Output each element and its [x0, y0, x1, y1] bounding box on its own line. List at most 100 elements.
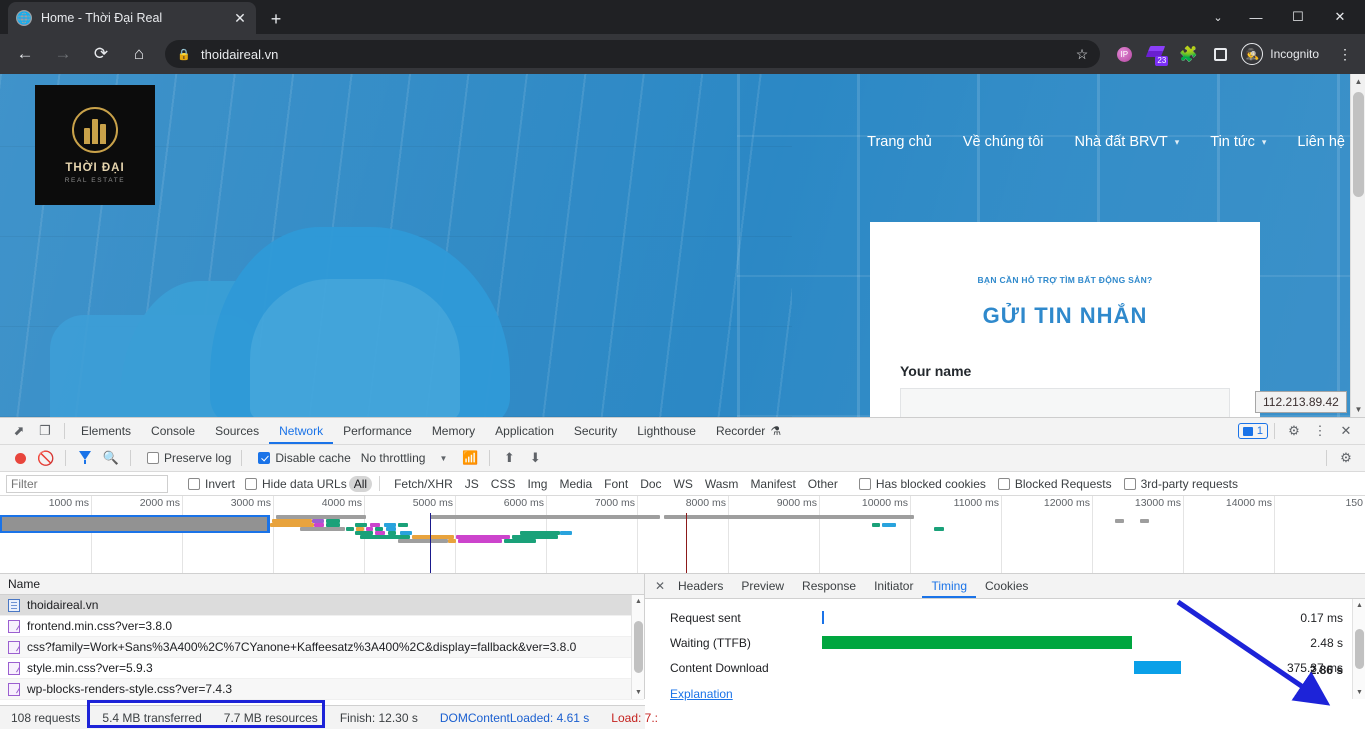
- network-overview-timeline[interactable]: 1000 ms 2000 ms 3000 ms 4000 ms 5000 ms 6000 …: [0, 496, 1365, 574]
- detail-tab-cookies[interactable]: Cookies: [976, 574, 1037, 598]
- disable-cache-control[interactable]: Disable cache: [258, 451, 351, 465]
- scroll-down-icon[interactable]: ▼: [1351, 402, 1365, 417]
- tab-sources[interactable]: Sources: [205, 418, 269, 444]
- tab-memory[interactable]: Memory: [422, 418, 485, 444]
- device-toolbar-icon[interactable]: ❐: [32, 419, 58, 443]
- scroll-up-icon[interactable]: ▲: [632, 595, 645, 608]
- request-list-scrollbar-thumb[interactable]: [634, 621, 643, 673]
- tab-elements[interactable]: Elements: [71, 418, 141, 444]
- tab-recorder[interactable]: Recorder ⚗: [706, 418, 791, 444]
- new-tab-button[interactable]: +: [264, 7, 288, 31]
- filter-type-css[interactable]: CSS: [486, 476, 521, 492]
- filter-type-all[interactable]: All: [348, 475, 373, 492]
- invert-checkbox[interactable]: [188, 477, 200, 490]
- page-scrollbar-thumb[interactable]: [1353, 92, 1364, 197]
- minimize-button[interactable]: —: [1235, 0, 1277, 34]
- invert-control[interactable]: Invert: [188, 477, 235, 491]
- gear-icon[interactable]: ⚙: [1281, 419, 1307, 443]
- detail-tab-preview[interactable]: Preview: [732, 574, 793, 598]
- table-row[interactable]: thoidaireal.vn: [0, 595, 644, 616]
- table-row[interactable]: style.min.css?ver=5.9.3: [0, 658, 644, 679]
- your-name-input[interactable]: [900, 388, 1230, 417]
- chrome-menu-icon[interactable]: ⋮: [1331, 40, 1359, 68]
- maximize-button[interactable]: ☐: [1277, 0, 1319, 34]
- detail-tab-headers[interactable]: Headers: [669, 574, 732, 598]
- tab-lighthouse[interactable]: Lighthouse: [627, 418, 706, 444]
- preserve-log-checkbox[interactable]: [147, 452, 159, 464]
- nav-item-trang-chu[interactable]: Trang chủ: [867, 134, 932, 150]
- filter-type-doc[interactable]: Doc: [635, 476, 666, 492]
- home-button[interactable]: ⌂: [123, 38, 155, 70]
- nav-item-nha-dat-brvt[interactable]: Nhà đất BRVT ▾: [1075, 134, 1180, 150]
- filter-type-fetch-xhr[interactable]: Fetch/XHR: [389, 476, 458, 492]
- filter-type-media[interactable]: Media: [554, 476, 597, 492]
- table-row[interactable]: frontend.min.css?ver=3.8.0: [0, 616, 644, 637]
- request-list-scrollbar[interactable]: ▲ ▼: [631, 595, 644, 699]
- blocked-requests-control[interactable]: Blocked Requests: [997, 477, 1112, 491]
- scroll-up-icon[interactable]: ▲: [1351, 74, 1365, 89]
- detail-tab-response[interactable]: Response: [793, 574, 865, 598]
- tab-security[interactable]: Security: [564, 418, 627, 444]
- filter-type-js[interactable]: JS: [460, 476, 484, 492]
- table-row[interactable]: css?family=Work+Sans%3A400%2C%7CYanone+K…: [0, 637, 644, 658]
- scroll-down-icon[interactable]: ▼: [1353, 686, 1365, 699]
- request-list-header[interactable]: Name: [0, 574, 644, 595]
- tab-console[interactable]: Console: [141, 418, 205, 444]
- forward-button[interactable]: →: [47, 38, 79, 70]
- nav-item-tin-tuc[interactable]: Tin tức ▾: [1210, 134, 1266, 150]
- search-icon[interactable]: 🔍: [98, 446, 124, 470]
- blocked-requests-checkbox[interactable]: [997, 477, 1010, 490]
- close-devtools-icon[interactable]: ✕: [1333, 419, 1359, 443]
- filter-type-wasm[interactable]: Wasm: [700, 476, 744, 492]
- export-har-icon[interactable]: ⬇: [522, 446, 548, 470]
- filter-type-font[interactable]: Font: [599, 476, 633, 492]
- side-panel-icon[interactable]: [1206, 40, 1234, 68]
- incognito-profile-button[interactable]: 🕵 Incognito: [1238, 40, 1329, 68]
- filter-input[interactable]: [6, 474, 168, 493]
- close-tab-icon[interactable]: ✕: [232, 10, 248, 26]
- import-har-icon[interactable]: ⬆: [496, 446, 522, 470]
- close-detail-icon[interactable]: ✕: [651, 579, 669, 593]
- hide-data-urls-control[interactable]: Hide data URLs: [245, 477, 347, 491]
- address-bar[interactable]: 🔒 thoidaireal.vn ☆: [165, 40, 1101, 68]
- page-scrollbar[interactable]: ▲ ▼: [1350, 74, 1365, 417]
- scroll-up-icon[interactable]: ▲: [1353, 599, 1365, 612]
- has-blocked-cookies-checkbox[interactable]: [858, 477, 871, 490]
- filter-type-img[interactable]: Img: [522, 476, 552, 492]
- browser-tab[interactable]: 🌐 Home - Thời Đại Real ✕: [8, 2, 256, 34]
- hide-data-urls-checkbox[interactable]: [245, 477, 258, 490]
- detail-scrollbar[interactable]: ▲ ▼: [1352, 599, 1365, 699]
- profile-color-icon[interactable]: IP: [1110, 40, 1138, 68]
- inspect-element-icon[interactable]: ⬈: [6, 419, 32, 443]
- close-window-button[interactable]: ✕: [1319, 0, 1361, 34]
- filter-type-manifest[interactable]: Manifest: [745, 476, 800, 492]
- tab-application[interactable]: Application: [485, 418, 564, 444]
- reload-button[interactable]: ⟳: [85, 38, 117, 70]
- table-row[interactable]: wp-blocks-renders-style.css?ver=7.4.3: [0, 679, 644, 700]
- record-button[interactable]: [7, 446, 33, 470]
- message-count-badge[interactable]: 1: [1237, 423, 1268, 439]
- filter-icon[interactable]: [72, 446, 98, 470]
- extensions-stack-icon[interactable]: 23: [1142, 40, 1170, 68]
- chevron-down-icon[interactable]: ▼: [439, 454, 447, 463]
- puzzle-icon[interactable]: 🧩: [1174, 40, 1202, 68]
- detail-scrollbar-thumb[interactable]: [1355, 629, 1364, 669]
- tab-search-chevron-icon[interactable]: ⌄: [1201, 0, 1235, 34]
- nav-item-lien-he[interactable]: Liên hệ: [1297, 134, 1345, 150]
- has-blocked-cookies-control[interactable]: Has blocked cookies: [858, 477, 986, 491]
- throttling-select[interactable]: No throttling: [361, 451, 426, 465]
- bookmark-star-icon[interactable]: ☆: [1076, 46, 1089, 63]
- network-settings-gear-icon[interactable]: ⚙: [1333, 446, 1359, 470]
- detail-tab-timing[interactable]: Timing: [922, 574, 976, 598]
- preserve-log-control[interactable]: Preserve log: [147, 451, 231, 465]
- scroll-down-icon[interactable]: ▼: [632, 686, 645, 699]
- third-party-requests-control[interactable]: 3rd-party requests: [1123, 477, 1238, 491]
- third-party-requests-checkbox[interactable]: [1123, 477, 1136, 490]
- nav-item-ve-chung-toi[interactable]: Về chúng tôi: [963, 134, 1044, 150]
- network-conditions-icon[interactable]: 📶: [457, 446, 483, 470]
- tab-performance[interactable]: Performance: [333, 418, 422, 444]
- devtools-more-icon[interactable]: ⋮: [1307, 419, 1333, 443]
- filter-type-ws[interactable]: WS: [669, 476, 698, 492]
- detail-tab-initiator[interactable]: Initiator: [865, 574, 922, 598]
- filter-type-other[interactable]: Other: [803, 476, 843, 492]
